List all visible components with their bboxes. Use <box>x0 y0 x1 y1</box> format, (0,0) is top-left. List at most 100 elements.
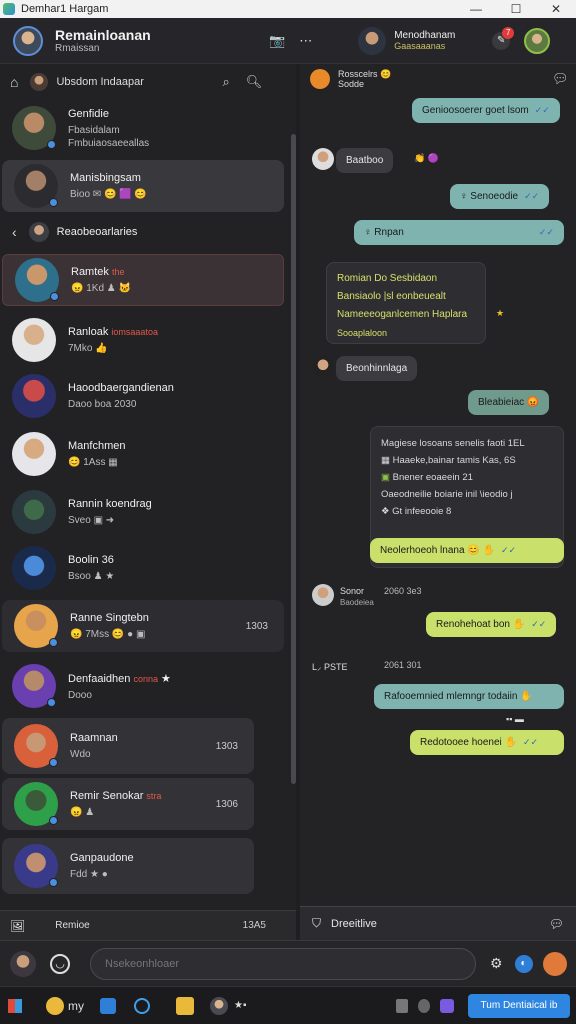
conversation-item[interactable]: Ganpaudone Fdd ★ ● <box>2 838 254 894</box>
conversation-preview-text: Bsoo <box>68 571 91 582</box>
taskbar: my ★▪ Tum Dentiaical ib <box>0 986 576 1024</box>
conversation-item[interactable]: Denfaaidhen conna ★ Dooo <box>0 658 286 714</box>
conversation-name-text: Denfaaidhen <box>68 672 131 685</box>
sender-avatar <box>312 356 334 378</box>
message-text: Senoeodie <box>470 191 519 202</box>
conversation-preview: Fbasidalam <box>68 124 120 136</box>
app-header: Remainloanan Rmaissan 📷 ⋯ Menodhanam Gaa… <box>0 18 576 64</box>
read-ticks-icon: ✓✓ <box>531 619 547 629</box>
conversation-avatar <box>15 258 59 302</box>
profile-avatar[interactable] <box>524 27 551 54</box>
conversation-item[interactable]: Haoodbaergandienan Daoo boa 2030 <box>0 368 286 424</box>
chat-bubble-icon[interactable]: 💬︎ <box>552 71 569 87</box>
message-text: Magiese losoans senelis faoti 1EL <box>381 438 525 449</box>
home-icon[interactable]: ⌂ <box>10 74 18 90</box>
conversation-item[interactable]: Boolin 36 Bsoo ♟ ★ <box>0 540 286 596</box>
user-avatar[interactable] <box>13 25 43 56</box>
taskbar-action-button[interactable]: Tum Dentiaical ib <box>468 993 570 1018</box>
section-label: Reaobeoarlaries <box>56 226 138 238</box>
message-text: PSTE <box>324 662 348 672</box>
conversation-item[interactable]: Genfidie Fbasidalam Fmbuiaosaeeallas <box>0 100 286 156</box>
contact-avatar[interactable] <box>358 26 387 55</box>
message-input[interactable] <box>105 957 465 970</box>
search-icon[interactable]: 🔍︎ <box>246 74 263 90</box>
image-icon[interactable]: 🖼 <box>10 919 25 933</box>
message-text: Rnpan <box>374 227 404 238</box>
conversation-preview: 😠 1Kd ♟ 🐱 <box>71 283 132 294</box>
read-ticks-icon: ✓✓ <box>524 191 540 201</box>
list-scrollbar[interactable] <box>291 134 296 784</box>
conversation-name-text: Ramtek <box>71 266 109 278</box>
conversation-avatar <box>14 604 58 648</box>
chat-icon[interactable]: 💬︎ <box>549 917 564 931</box>
conversation-name: Boolin 36 <box>68 554 114 566</box>
conversation-avatar <box>12 106 56 150</box>
tray-app-icon[interactable] <box>440 998 454 1013</box>
conversation-name: Ramtek the <box>71 266 283 278</box>
sticker-icon[interactable]: ◐ <box>514 954 533 973</box>
user-avatar-small[interactable] <box>10 950 36 977</box>
list-footer-item[interactable]: 🖼 Remioe 13A5 <box>0 910 296 940</box>
more-icon[interactable]: ⋯ <box>299 33 312 49</box>
message-text: Bansiaolo |sl eonbeuealt <box>337 291 446 302</box>
conversation-item[interactable]: Rannin koendrag Sveo ▣ ➜ <box>0 484 286 540</box>
message-text: Baatboo <box>346 155 384 166</box>
attach-icon[interactable]: ⚙ <box>490 955 503 972</box>
contact-block: Menodhanam Gaasaaanas <box>394 30 486 51</box>
conversation-avatar <box>12 490 56 534</box>
app-icon-blue[interactable] <box>100 997 116 1014</box>
camera-icon[interactable]: 📷 <box>269 33 285 49</box>
maximize-button[interactable]: ☐ <box>496 2 536 16</box>
taskbar-label: my <box>68 998 84 1013</box>
chat-avatar[interactable] <box>310 69 330 89</box>
toolbar-avatar[interactable] <box>30 73 49 91</box>
taskbar-avatar[interactable] <box>210 996 228 1015</box>
star-taskbar-icon[interactable]: ★▪ <box>234 1000 247 1011</box>
tray-circle-icon[interactable] <box>418 998 430 1013</box>
app-icon-yellow[interactable] <box>46 996 64 1015</box>
chevron-left-icon[interactable]: ‹ <box>12 224 17 240</box>
conversation-name: Raamnan <box>70 732 118 744</box>
conversation-preview: Sveo ▣ ➜ <box>68 515 115 526</box>
message-line: ▦ Haaeke,bainar tamis Kas, 6S <box>381 455 516 466</box>
close-button[interactable]: ✕ <box>536 2 576 16</box>
conversation-item[interactable]: Manfchmen 😊 1Ass ▦ <box>0 426 286 482</box>
conversation-avatar <box>12 318 56 362</box>
start-icon[interactable] <box>8 998 22 1013</box>
conversation-item-selected[interactable]: Manisbingsam Bioo ✉ 😊 🟪 😊 <box>2 160 284 212</box>
shield-icon[interactable]: ⛉ <box>312 916 321 931</box>
conversation-item[interactable]: Remir Senokar stra 😠 ♟ 1306 <box>2 778 254 830</box>
tray-icon[interactable] <box>396 998 408 1013</box>
conversation-name-text: Ranloak <box>68 326 109 338</box>
read-ticks-icon: ✓✓ <box>538 227 554 237</box>
message-outgoing: Bleabieiac 😡 <box>468 390 550 415</box>
message-incoming-card: Romian Do Sesbidaon Bansiaolo |sl eonbeu… <box>326 262 486 344</box>
conversation-item[interactable]: Raamnan Wdo 1303 <box>2 718 254 774</box>
minimize-button[interactable]: — <box>456 2 496 16</box>
send-button[interactable] <box>542 951 567 976</box>
message-text: Nameeeoganlcemen Haplara <box>337 309 468 320</box>
section-header[interactable]: ‹ Reaobeoarlaries <box>0 214 290 250</box>
chat-panel: Rosscelrs 😊 Sodde 💬︎ Genioosoerer goet ls… <box>300 64 576 940</box>
sender-sub: Baodeiea <box>340 598 374 607</box>
conversation-avatar <box>12 432 56 476</box>
message-incoming: Baatboo <box>336 148 394 173</box>
contacts-search-icon[interactable]: ⌕ <box>222 74 229 90</box>
message-field[interactable] <box>90 947 476 980</box>
notification-icon[interactable]: ✎ 7 <box>492 26 515 50</box>
message-text: Sooaplaloon <box>337 328 388 338</box>
conversation-item[interactable]: Ranne Singtebn 😠 7Mss 😊 ● ▣ 1303 <box>2 600 284 652</box>
online-dot <box>49 198 58 207</box>
conversation-item[interactable]: Ramtek the 😠 1Kd ♟ 🐱 <box>2 254 284 306</box>
message-line: ❖ Gt infeeooie 8 <box>381 506 452 517</box>
sender-avatar <box>312 148 334 170</box>
conversation-list-panel: ⌂ Ubsdom Indaapar ⌕ 🔍︎ Genfidie Fbasidal… <box>0 64 296 940</box>
browser-icon[interactable] <box>134 997 150 1014</box>
message-text: Haaeke,bainar tamis Kas, 6S <box>392 455 516 466</box>
conversation-item[interactable]: Ranloak iomsaaatoa 7Mko 👍 <box>0 312 286 368</box>
emoji-icon[interactable]: ◡ <box>50 953 70 974</box>
conversation-preview: Bsoo ♟ ★ <box>68 571 115 582</box>
message-outgoing: Genioosoerer goet lsom ✓✓ <box>412 98 560 123</box>
conversation-preview: 😠 7Mss 😊 ● ▣ <box>70 629 146 640</box>
folder-icon[interactable] <box>176 996 194 1015</box>
